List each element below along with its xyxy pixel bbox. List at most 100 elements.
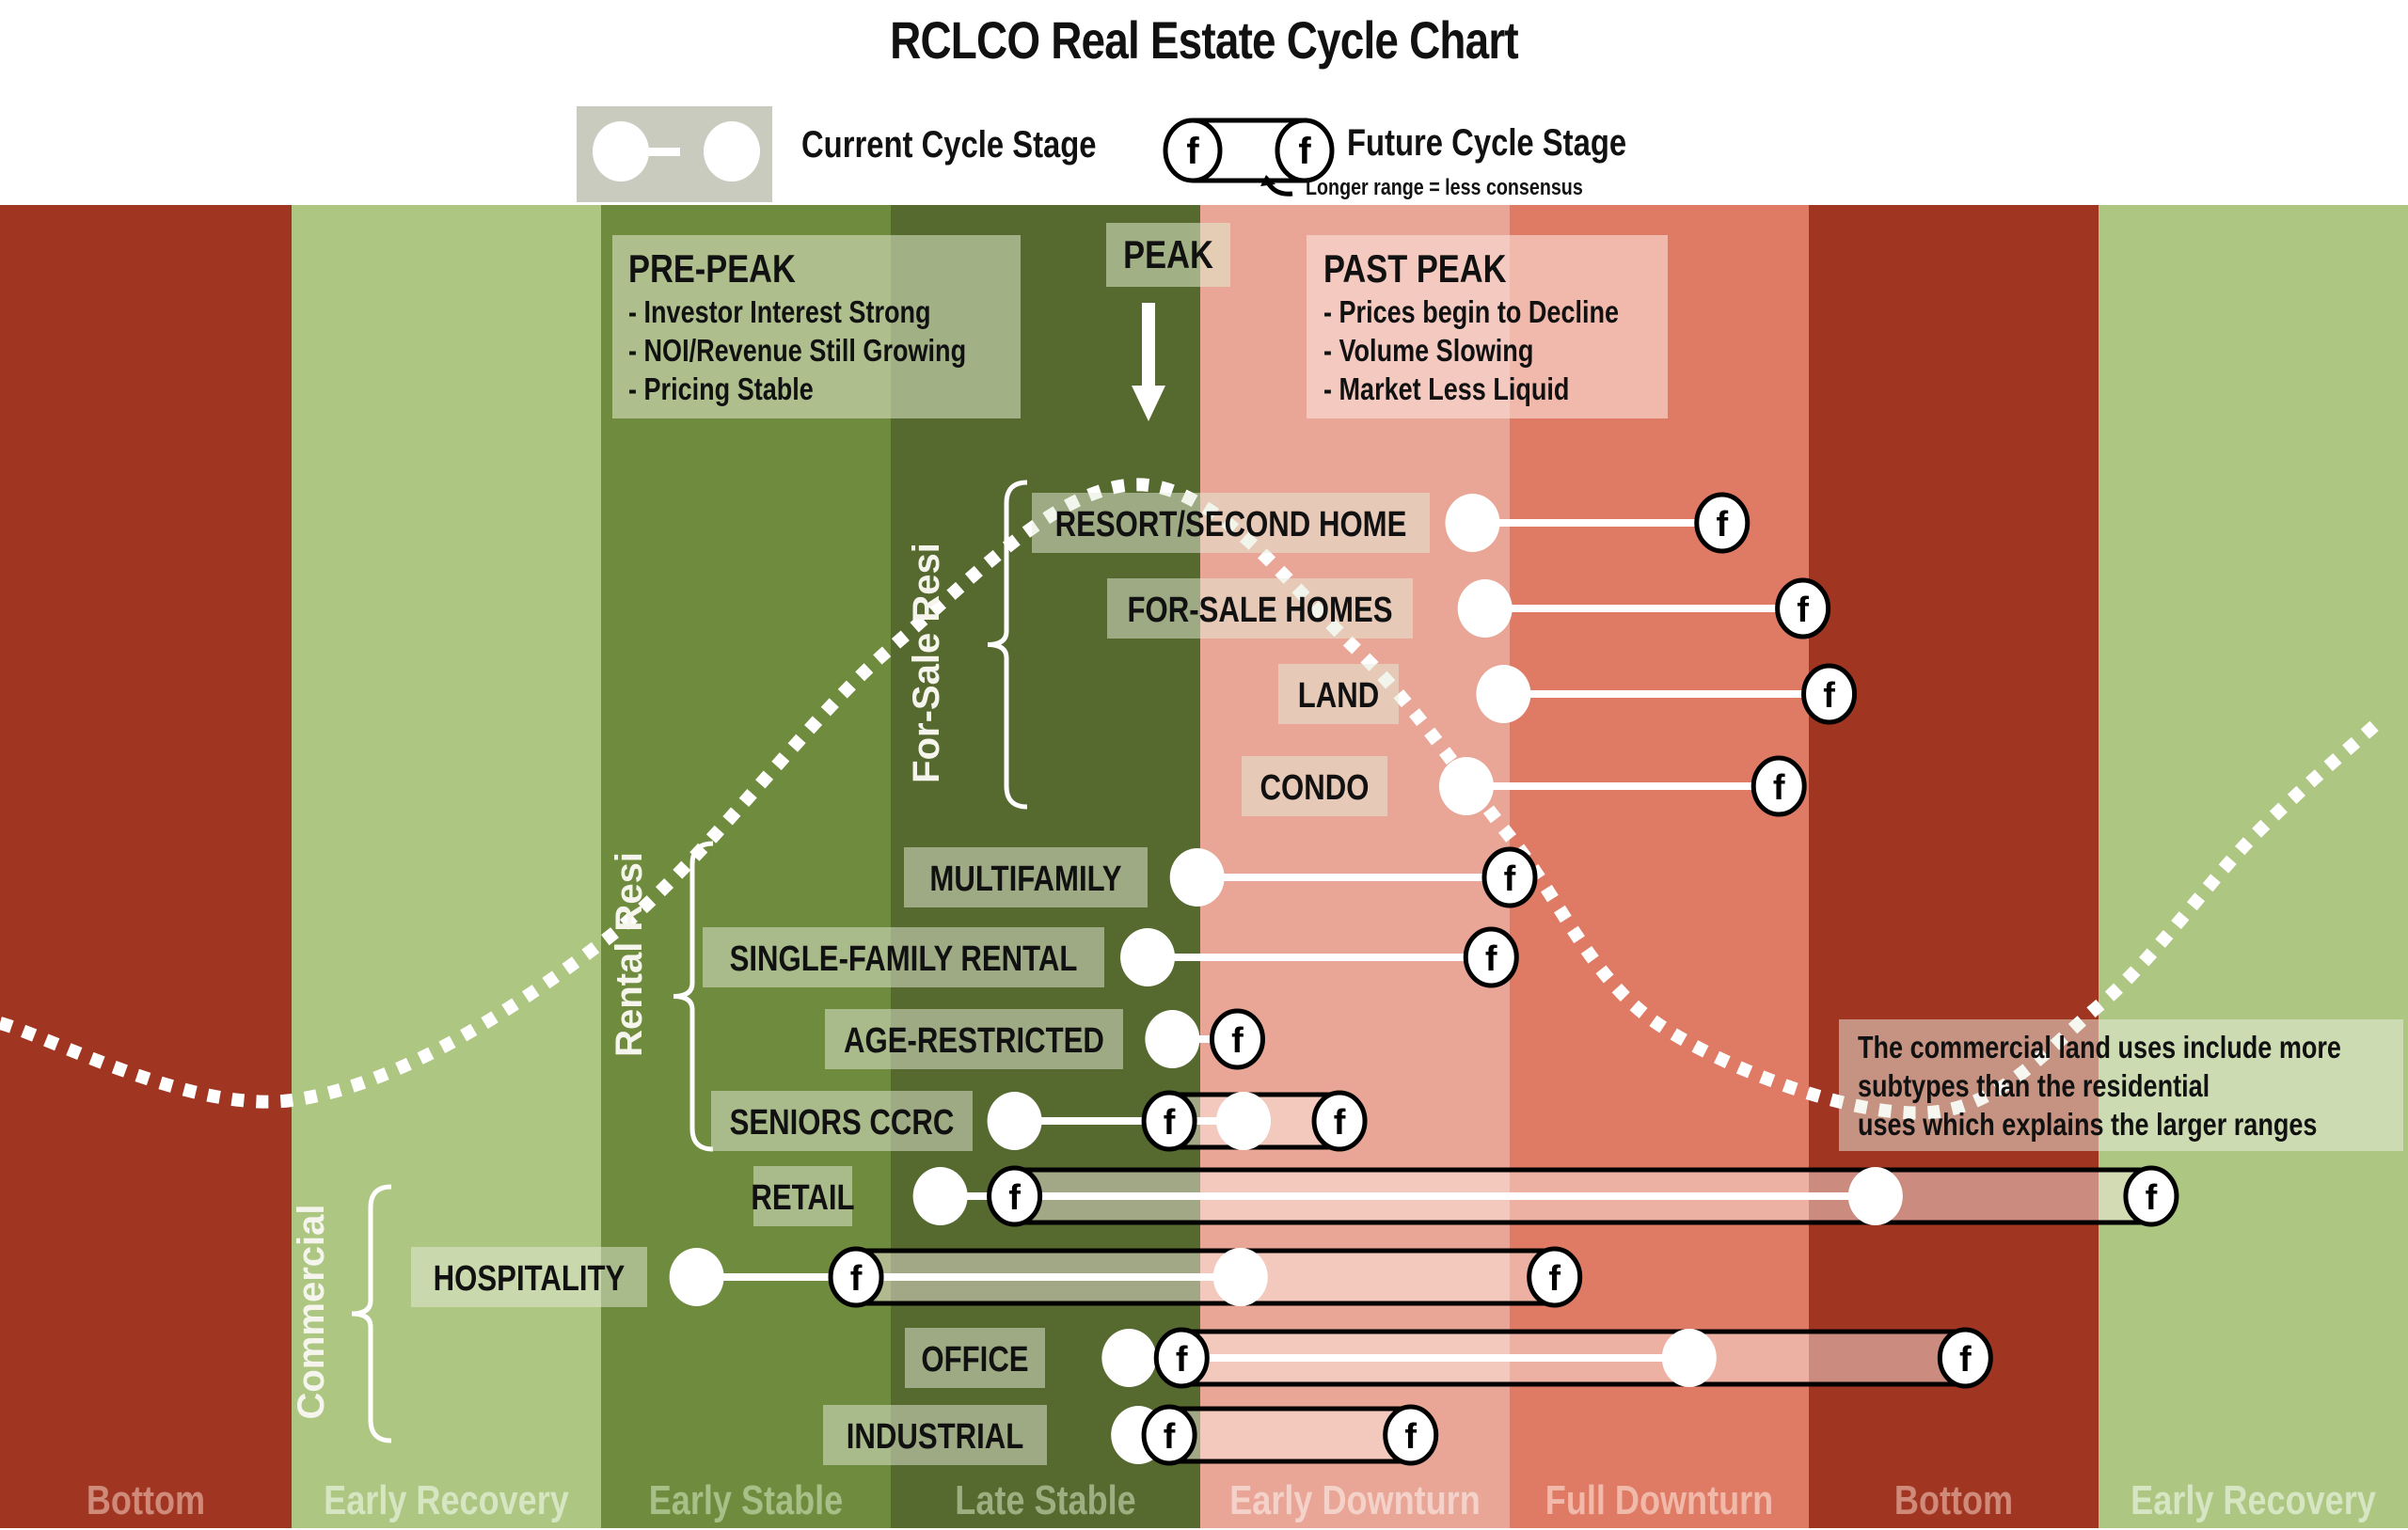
- current-marker: [1438, 757, 1494, 815]
- peak-arrow-shaft: [1142, 303, 1155, 389]
- stage-label: Early Stable: [649, 1477, 843, 1523]
- current-marker: [1476, 665, 1531, 723]
- stage-label: Late Stable: [955, 1477, 1135, 1523]
- stage-label: Early Recovery: [324, 1477, 569, 1523]
- series-label: OFFICE: [921, 1340, 1028, 1380]
- future-marker-icon: f: [1141, 1090, 1197, 1152]
- pre-peak-line: - Pricing Stable: [628, 373, 814, 407]
- current-marker: [1169, 848, 1225, 907]
- future-marker-icon: f: [2123, 1165, 2179, 1227]
- future-range-tube: [1169, 1409, 1411, 1461]
- peak-title: PEAK: [1123, 233, 1213, 277]
- future-midpoint-marker: [1216, 1092, 1272, 1150]
- pre-peak-line: - NOI/Revenue Still Growing: [628, 335, 966, 369]
- commercial-note-line: uses which explains the larger ranges: [1858, 1109, 2317, 1143]
- future-f-glyph: f: [1548, 1259, 1560, 1299]
- series-link-line: [1503, 690, 1830, 698]
- future-marker-icon: f: [1311, 1090, 1368, 1152]
- series-link-line: [1465, 782, 1780, 790]
- future-marker-icon: f: [1775, 577, 1831, 639]
- future-f-glyph: f: [1176, 1340, 1188, 1380]
- future-f-glyph: f: [1334, 1103, 1346, 1143]
- current-marker: [1445, 494, 1500, 552]
- future-marker-icon: f: [1527, 1246, 1583, 1308]
- series-label: FOR-SALE HOMES: [1127, 591, 1392, 630]
- future-midpoint-marker: [1847, 1167, 1903, 1225]
- future-marker-icon: f: [1141, 1404, 1197, 1466]
- future-f-glyph: f: [1008, 1178, 1021, 1218]
- stage-label: Full Downturn: [1545, 1477, 1773, 1523]
- future-f-glyph: f: [1485, 939, 1497, 979]
- stage-label: Early Recovery: [2131, 1477, 2376, 1523]
- series-label: RESORT/SECOND HOME: [1055, 505, 1407, 544]
- series-link-line: [1196, 874, 1510, 881]
- chart-plot-area: PRE-PEAK - Investor Interest Strong - NOI/…: [0, 205, 2408, 1528]
- past-peak-line: - Volume Slowing: [1323, 335, 1533, 369]
- future-f-glyph: f: [1797, 591, 1809, 630]
- stage-label: Bottom: [1894, 1477, 2013, 1523]
- series-link-line: [1148, 954, 1492, 961]
- current-marker: [912, 1167, 968, 1225]
- cycle-chart: RCLCO Real Estate Cycle Chart Current Cy…: [0, 0, 2408, 1530]
- future-midpoint-marker: [1212, 1248, 1268, 1306]
- future-marker-icon: f: [1383, 1404, 1439, 1466]
- pre-peak-line: - Investor Interest Strong: [628, 296, 931, 330]
- future-f-glyph: f: [1231, 1021, 1244, 1061]
- group-label-for-sale: For-Sale Resi: [906, 543, 947, 783]
- future-marker-icon: f: [1153, 1327, 1210, 1389]
- series-link-line: [696, 1273, 1241, 1281]
- stage-band: [2099, 205, 2408, 1528]
- future-marker-icon: f: [1937, 1327, 1993, 1389]
- series-label: HOSPITALITY: [434, 1259, 626, 1299]
- current-marker: [1101, 1329, 1157, 1387]
- current-marker: [1457, 579, 1513, 638]
- current-marker: [669, 1248, 724, 1306]
- future-marker-icon: f: [1481, 846, 1538, 908]
- series-label: CONDO: [1260, 768, 1370, 808]
- series-label: AGE-RESTRICTED: [844, 1021, 1104, 1061]
- group-label-commercial: Commercial: [291, 1205, 332, 1420]
- series-label: SINGLE-FAMILY RENTAL: [730, 939, 1078, 979]
- future-midpoint-marker: [1661, 1329, 1717, 1387]
- current-marker: [1120, 928, 1176, 986]
- future-f-glyph: f: [1823, 676, 1835, 716]
- series-row: INDUSTRIAL f f: [823, 1404, 1439, 1466]
- future-marker-icon: f: [1694, 492, 1751, 554]
- commercial-note-line: The commercial land uses include more: [1858, 1032, 2341, 1065]
- future-f-glyph: f: [1164, 1417, 1176, 1457]
- future-f-glyph: f: [1504, 860, 1516, 899]
- future-marker-icon: f: [987, 1165, 1043, 1227]
- series-link-line: [1472, 519, 1722, 527]
- series-label: RETAIL: [751, 1178, 854, 1218]
- series-link-line: [1014, 1117, 1244, 1125]
- pre-peak-title: PRE-PEAK: [628, 247, 796, 292]
- future-marker-icon: f: [1463, 926, 1519, 988]
- group-label-rental: Rental Resi: [609, 852, 650, 1057]
- future-f-glyph: f: [2146, 1178, 2158, 1218]
- future-f-glyph: f: [1716, 505, 1728, 544]
- future-f-glyph: f: [1404, 1417, 1417, 1457]
- future-marker-icon: f: [1751, 755, 1807, 817]
- stage-label: Early Downturn: [1229, 1477, 1481, 1523]
- future-f-glyph: f: [850, 1259, 863, 1299]
- future-f-glyph: f: [1959, 1340, 1972, 1380]
- series-label: SENIORS CCRC: [730, 1103, 955, 1143]
- future-marker-icon: f: [828, 1246, 884, 1308]
- series-link-line: [1484, 605, 1803, 612]
- future-marker-icon: f: [1209, 1008, 1265, 1070]
- current-marker: [1145, 1010, 1200, 1068]
- series-label: LAND: [1298, 676, 1380, 716]
- series-label: MULTIFAMILY: [929, 860, 1121, 899]
- series-link-line: [940, 1192, 1876, 1200]
- series-row: HOSPITALITY f f: [411, 1246, 1583, 1308]
- future-marker-icon: f: [1801, 663, 1858, 725]
- past-peak-line: - Market Less Liquid: [1323, 373, 1569, 407]
- commercial-note-line: subtypes than the residential: [1858, 1070, 2210, 1104]
- future-f-glyph: f: [1773, 768, 1785, 808]
- stage-label: Bottom: [87, 1477, 205, 1523]
- current-marker: [987, 1092, 1042, 1150]
- future-f-glyph: f: [1164, 1103, 1176, 1143]
- series-link-line: [1129, 1354, 1689, 1362]
- past-peak-title: PAST PEAK: [1323, 247, 1507, 292]
- series-label: INDUSTRIAL: [847, 1417, 1024, 1457]
